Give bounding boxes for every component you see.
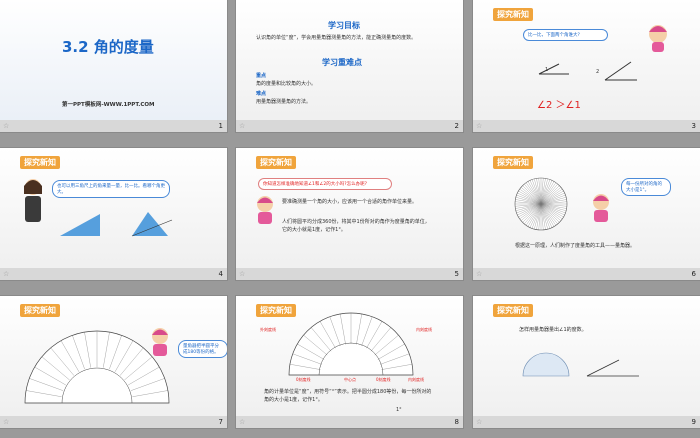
hard-label: 难点	[256, 91, 267, 97]
slide-number: 5	[454, 270, 459, 278]
speech-bubble: 也可以用三角尺上的角来量一量，比一比。看哪个角更大。	[52, 180, 170, 198]
slide-title: 3.2 角的度量	[62, 38, 154, 56]
label-zero-line-right: 0刻度线	[376, 377, 391, 382]
slide-bottom-bar	[236, 120, 463, 132]
slide-star-icon: ☆	[3, 418, 10, 426]
compare-text: ∠2 ＞∠1	[537, 100, 581, 111]
slide-bottom-bar	[236, 416, 463, 428]
degree-label: 1°	[396, 407, 402, 413]
girl-illustration-icon	[593, 194, 609, 222]
slide-number: 2	[454, 122, 459, 130]
slide-number: 9	[691, 418, 696, 426]
slide-bottom-bar	[473, 268, 700, 280]
label-inner-scale: 内刻度线	[416, 327, 432, 332]
label-center-point: 中心点	[344, 377, 356, 382]
speech-bubble: 量角器把半圆平分成180等份的格。	[178, 340, 227, 358]
slide-bottom-bar	[236, 268, 463, 280]
slide-number: 4	[218, 270, 223, 278]
slide-thumbnail-5[interactable]: 探究新知 你知道怎样准确地知道∠1和∠2的大小吗?怎么办呢? 要准确测量一个角的…	[236, 148, 463, 280]
slide-bottom-bar	[473, 416, 700, 428]
section-tag: 探究新知	[256, 156, 296, 169]
slide-bottom-bar	[0, 416, 227, 428]
slide-thumbnail-2[interactable]: 学习目标 认识角的单位“度”，学会用量角器测量角的方法，能正确测量角的度数。 学…	[236, 0, 463, 132]
divided-circle-icon	[514, 177, 568, 231]
slide-star-icon: ☆	[239, 270, 246, 278]
body-text: 角的计量单位是“度”，用符号“°”表示。把半圆分成180等份，每一份所对的角的大…	[264, 389, 432, 403]
slide-number: 6	[691, 270, 696, 278]
slide-thumbnail-1[interactable]: 3.2 角的度量 第一PPT模板网-WWW.1PPT.COM ☆ 1	[0, 0, 227, 132]
slide-number: 7	[218, 418, 223, 426]
girl-illustration-icon	[257, 196, 273, 224]
key-label: 重点	[256, 73, 267, 79]
section-tag: 探究新知	[493, 156, 533, 169]
slide-star-icon: ☆	[3, 122, 10, 130]
girl-illustration-icon	[152, 328, 168, 356]
slide-number: 8	[454, 418, 459, 426]
slide-thumbnail-7[interactable]: 探究新知 量角器把半圆平分成180等份的格。 ☆ 7	[0, 296, 227, 428]
girl-illustration-icon	[649, 25, 667, 52]
body-text: 怎样用量角器量出∠1的度数。	[519, 327, 587, 333]
slide-thumbnail-6[interactable]: 探究新知 每一份所对的角的大小是1°。 根据这一原理，人们制作了度量角的工具——…	[473, 148, 700, 280]
slide-star-icon: ☆	[476, 418, 483, 426]
angle-diagram-icon	[586, 359, 639, 377]
slide-thumbnail-3[interactable]: 探究新知 比一比，下面两个角谁大? 1 2 ∠2 ＞∠1 ☆ 3	[473, 0, 700, 132]
body-text-2: 人们将圆平均分成360份，将其中1份所对的角作为度量角的单位，它的大小就是1度，…	[282, 219, 430, 233]
slide-star-icon: ☆	[239, 418, 246, 426]
slide-star-icon: ☆	[239, 122, 246, 130]
label-zero-line-left: 0刻度线	[296, 377, 311, 382]
slide-thumbnail-4[interactable]: 探究新知 也可以用三角尺上的角来量一量，比一比。看哪个角更大。 ☆ 4	[0, 148, 227, 280]
slide-bottom-bar	[0, 120, 227, 132]
body-text: 根据这一原理，人们制作了度量角的工具——量角器。	[515, 243, 636, 249]
slide-star-icon: ☆	[3, 270, 10, 278]
slide-star-icon: ☆	[476, 122, 483, 130]
section-tag: 探究新知	[20, 156, 60, 169]
teacher-illustration-icon	[24, 179, 42, 222]
slide-star-icon: ☆	[476, 270, 483, 278]
key-title: 学习重难点	[322, 58, 362, 67]
goal-text: 认识角的单位“度”，学会用量角器测量角的方法，能正确测量角的度数。	[256, 35, 417, 41]
section-tag: 探究新知	[493, 304, 533, 317]
goal-title: 学习目标	[328, 21, 360, 30]
slide-thumbnail-8[interactable]: 探究新知 外刻度线 内刻度线 0刻度线 中心点 0刻度线 内刻度线 角的计量单位…	[236, 296, 463, 428]
speech-bubble: 你知道怎样准确地知道∠1和∠2的大小吗?怎么办呢?	[258, 178, 392, 190]
slide-number: 3	[691, 122, 696, 130]
section-tag: 探究新知	[493, 8, 533, 21]
protractor-icon	[288, 312, 414, 376]
angle-diagram-icon	[538, 61, 637, 81]
triangle-ruler-icon	[60, 212, 173, 237]
slide-footer: 第一PPT模板网-WWW.1PPT.COM	[62, 102, 155, 108]
key-text: 角的度量和比较角的大小。	[256, 81, 317, 87]
speech-bubble: 每一份所对的角的大小是1°。	[621, 178, 671, 196]
label-outer-scale: 外刻度线	[260, 327, 276, 332]
angle-label-1: 1	[545, 67, 549, 73]
angle-label-2: 2	[596, 69, 600, 75]
speech-bubble: 比一比，下面两个角谁大?	[523, 29, 608, 41]
hard-text: 用量角器测量角的方法。	[256, 99, 312, 105]
slide-number: 1	[218, 122, 223, 130]
protractor-icon	[522, 352, 570, 377]
section-tag: 探究新知	[20, 304, 60, 317]
body-text-1: 要准确测量一个角的大小，应该用一个合适的角作单位来量。	[282, 199, 418, 205]
slide-bottom-bar	[473, 120, 700, 132]
slide-thumbnail-9[interactable]: 探究新知 怎样用量角器量出∠1的度数。 ☆ 9	[473, 296, 700, 428]
slide-bottom-bar	[0, 268, 227, 280]
label-inner-scale-right: 内刻度线	[408, 377, 424, 382]
